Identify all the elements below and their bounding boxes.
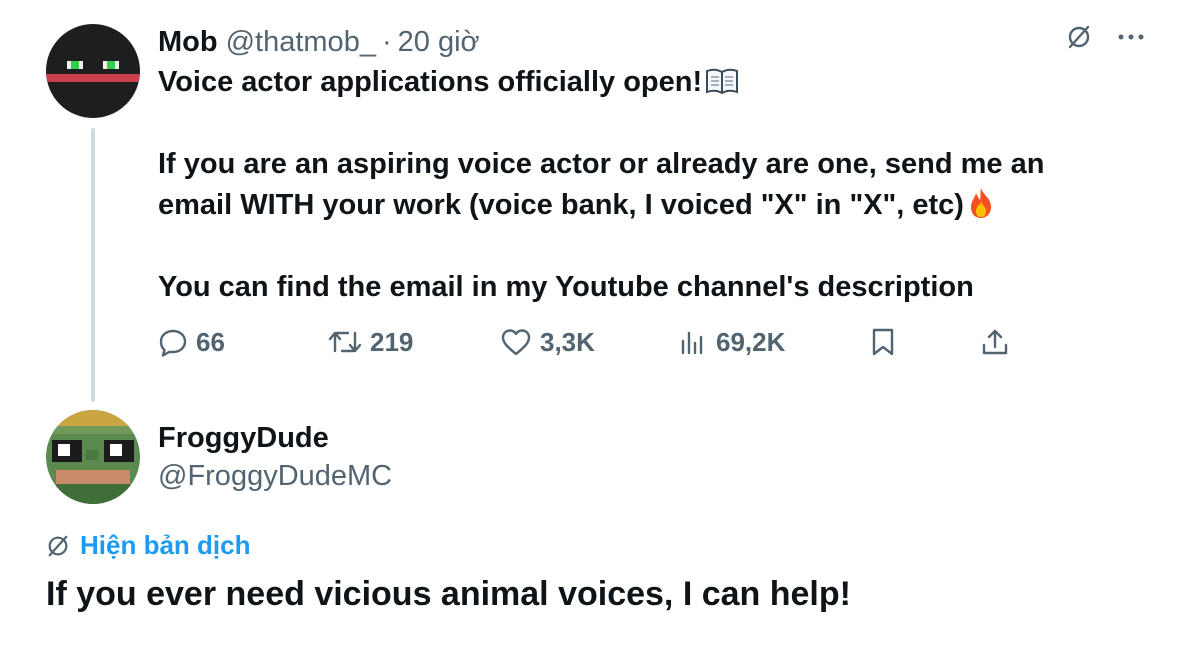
translate-off-icon[interactable] (1066, 24, 1092, 50)
header-separator: · (381, 25, 392, 58)
tweet-timestamp[interactable]: 20 giờ (398, 26, 480, 59)
reply-button[interactable]: 66 (158, 320, 225, 364)
author-handle[interactable]: @thatmob_ (226, 26, 376, 59)
open-book-emoji (706, 68, 739, 95)
views-icon (681, 331, 703, 355)
froggy-avatar-image (46, 410, 140, 504)
tweet-header: Mob @thatmob_ · 20 giờ (158, 22, 480, 62)
author-avatar[interactable] (46, 24, 140, 118)
share-icon (982, 329, 1008, 355)
reply-icon (159, 329, 187, 357)
retweet-button[interactable]: 219 (328, 320, 413, 364)
translate-icon (48, 535, 68, 556)
views-count: 69,2K (716, 326, 786, 357)
tweet-body: Voice actor applications officially open… (158, 62, 1148, 308)
show-translation-label: Hiện bản dịch (80, 530, 251, 560)
reply-body: If you ever need vicious animal voices, … (46, 575, 851, 613)
more-options-icon[interactable] (1118, 33, 1144, 41)
author-display-name[interactable]: Mob (158, 26, 218, 59)
bookmark-button[interactable] (870, 320, 904, 364)
like-icon (501, 329, 531, 356)
fire-emoji (970, 188, 991, 218)
tweet-line-1: Voice actor applications officially open… (158, 62, 1148, 103)
tweet-line-1-text: Voice actor applications officially open… (158, 66, 703, 98)
reply-count: 66 (196, 326, 225, 357)
retweet-icon (328, 331, 362, 353)
tweet-top-right-controls (1066, 24, 1144, 50)
thread-connector-line (91, 128, 95, 402)
reply-author-avatar[interactable] (46, 410, 140, 504)
retweet-count: 219 (370, 326, 414, 357)
like-count: 3,3K (540, 326, 595, 357)
show-translation-link[interactable]: Hiện bản dịch (46, 530, 250, 561)
reply-author-handle[interactable]: @FroggyDudeMC (158, 460, 392, 493)
mob-avatar-image (46, 24, 140, 118)
tweet-line-3-text: email WITH your work (voice bank, I voic… (158, 189, 964, 221)
bookmark-icon (872, 328, 894, 356)
share-button[interactable] (980, 320, 1018, 364)
like-button[interactable]: 3,3K (500, 320, 595, 364)
tweet-action-bar: 66 219 3,3K 69,2K (158, 320, 1018, 364)
tweet-line-2: If you are an aspiring voice actor or al… (158, 148, 1045, 180)
reply-author-display-name[interactable]: FroggyDude (158, 422, 329, 455)
views-button[interactable]: 69,2K (678, 320, 785, 364)
tweet-line-3: email WITH your work (voice bank, I voic… (158, 185, 1148, 226)
tweet-line-4: You can find the email in my Youtube cha… (158, 271, 974, 303)
